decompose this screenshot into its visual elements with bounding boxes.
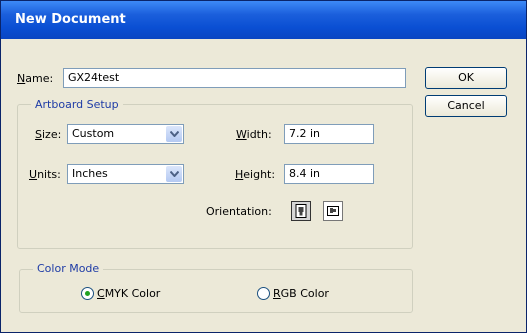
units-value: Inches bbox=[72, 167, 108, 180]
units-label: Units: bbox=[29, 168, 61, 181]
rgb-radio[interactable] bbox=[257, 287, 270, 300]
ok-button[interactable]: OK bbox=[425, 67, 507, 89]
color-mode-legend: Color Mode bbox=[33, 262, 104, 275]
cancel-button[interactable]: Cancel bbox=[425, 95, 507, 117]
new-document-dialog: New Document Name: GX24test OK Cancel Ar… bbox=[0, 0, 527, 333]
height-input[interactable]: 8.4 in bbox=[284, 164, 374, 184]
cmyk-label[interactable]: CMYK Color bbox=[97, 287, 160, 300]
units-select[interactable]: Inches bbox=[67, 164, 184, 184]
dialog-body: Name: GX24test OK Cancel Artboard Setup … bbox=[1, 39, 526, 332]
title-bar[interactable]: New Document bbox=[1, 1, 526, 39]
color-mode-group bbox=[19, 269, 413, 313]
portrait-icon bbox=[295, 204, 307, 218]
size-label: Size: bbox=[35, 128, 62, 141]
height-label: Height: bbox=[235, 168, 276, 181]
cmyk-radio[interactable] bbox=[81, 287, 94, 300]
landscape-orientation-button[interactable] bbox=[323, 201, 343, 221]
artboard-setup-legend: Artboard Setup bbox=[31, 98, 123, 111]
orientation-label: Orientation: bbox=[206, 205, 272, 218]
rgb-label[interactable]: RGB Color bbox=[273, 287, 329, 300]
chevron-down-icon[interactable] bbox=[166, 166, 182, 182]
landscape-icon bbox=[327, 206, 339, 216]
window-title: New Document bbox=[15, 12, 126, 27]
width-label: Width: bbox=[236, 128, 272, 141]
portrait-orientation-button[interactable] bbox=[291, 201, 311, 221]
width-input[interactable]: 7.2 in bbox=[284, 124, 374, 144]
name-input[interactable]: GX24test bbox=[63, 68, 406, 88]
chevron-down-icon[interactable] bbox=[166, 126, 182, 142]
name-label: Name: bbox=[17, 72, 54, 85]
size-select[interactable]: Custom bbox=[67, 124, 184, 144]
size-value: Custom bbox=[72, 127, 115, 140]
